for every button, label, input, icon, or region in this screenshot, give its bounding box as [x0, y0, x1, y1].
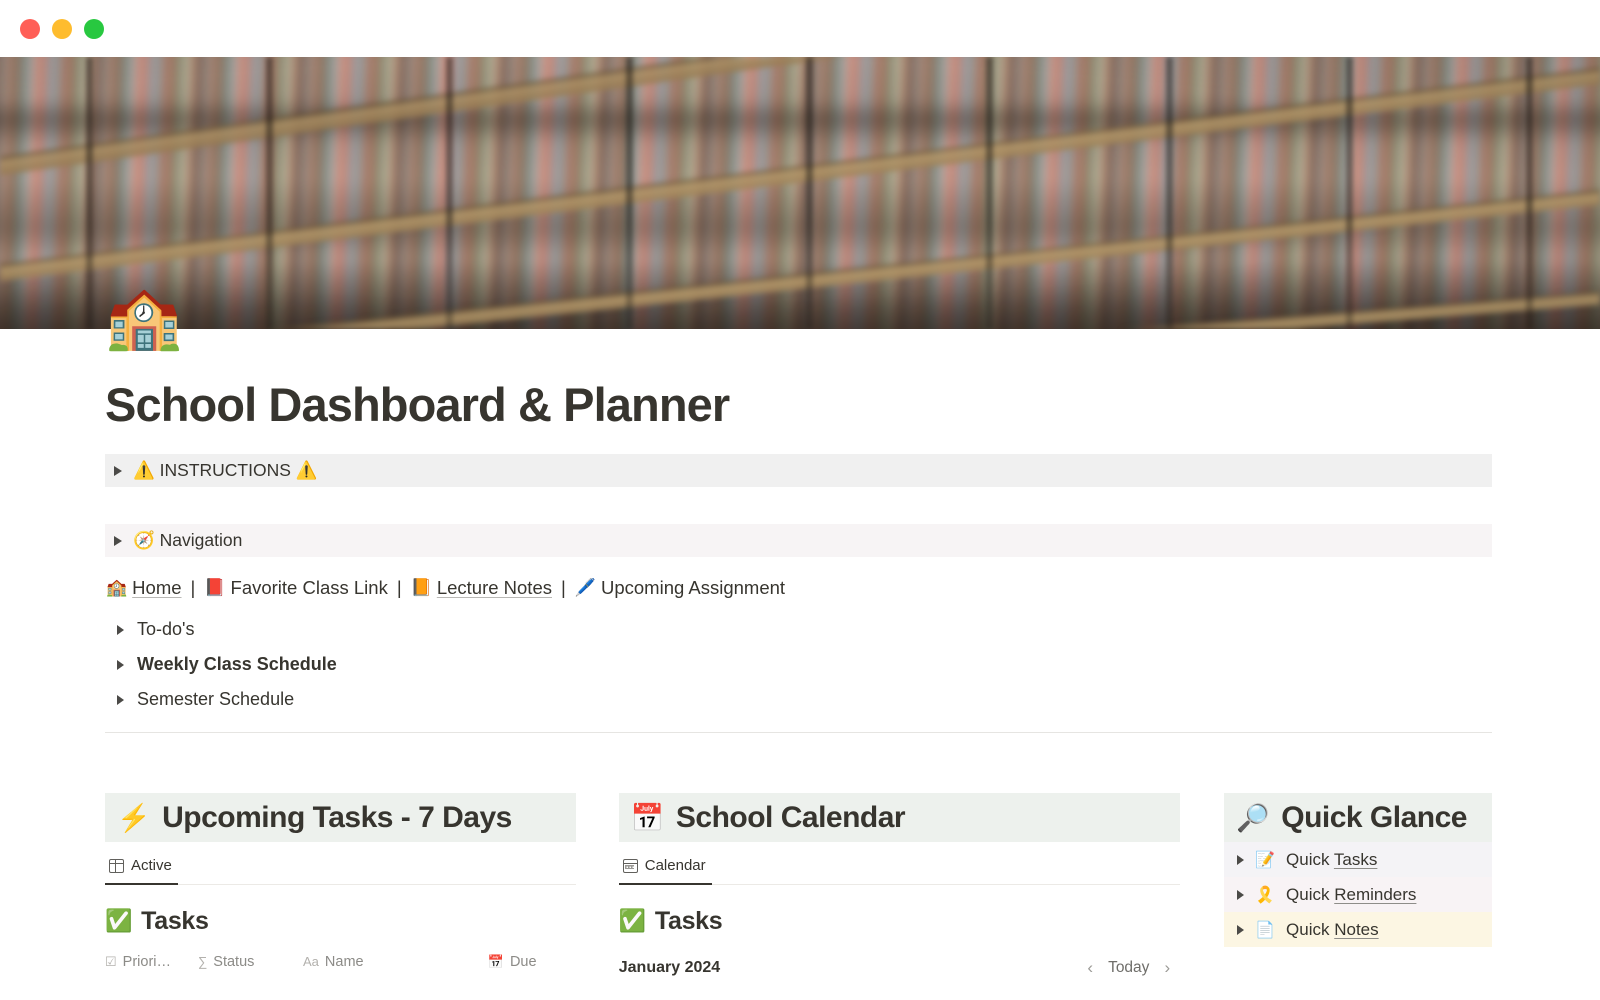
minimize-window-button[interactable]: [52, 18, 72, 39]
toggle-quick-tasks[interactable]: 📝 Quick Tasks: [1224, 842, 1492, 877]
tab-calendar-label: Calendar: [644, 857, 706, 874]
magnifying-glass-icon: 🔎: [1236, 802, 1270, 833]
reminder-ribbon-icon: 🎗️: [1255, 886, 1276, 904]
quick-reminders-label: Quick Reminders: [1286, 884, 1417, 904]
chevron-right-icon[interactable]: [1237, 854, 1245, 865]
link-home[interactable]: Home: [132, 577, 181, 599]
column-header-status[interactable]: ∑ Status: [198, 954, 303, 970]
school-icon[interactable]: 🏫: [105, 287, 1600, 349]
next-month-button[interactable]: ›: [1164, 958, 1170, 978]
quick-notes-label: Quick Notes: [1286, 919, 1379, 939]
calendar-current-month: January 2024: [618, 958, 721, 976]
maximize-window-button[interactable]: [84, 18, 104, 39]
column-header-name-label: Name: [324, 953, 364, 970]
toggle-navigation[interactable]: 🧭 Navigation: [105, 524, 1492, 557]
sigma-icon: ∑: [198, 954, 208, 969]
link-separator: |: [396, 577, 402, 598]
toggle-todos-label: To-do's: [137, 619, 195, 639]
upcoming-assignment-emoji-icon: 🖊️: [574, 578, 596, 597]
column-upcoming-tasks: ⚡ Upcoming Tasks - 7 Days Active ✅ Tasks…: [105, 793, 576, 978]
table-view-icon: [109, 858, 124, 873]
today-button[interactable]: Today: [1108, 959, 1149, 977]
favorite-class-emoji-icon: 📕: [204, 578, 226, 597]
tasks-view-tab-bar: Active: [105, 857, 576, 885]
page-content: School Dashboard & Planner ⚠️ INSTRUCTIO…: [0, 377, 1600, 978]
toggle-semester-schedule-label: Semester Schedule: [137, 689, 295, 709]
chevron-right-icon[interactable]: [1237, 889, 1245, 900]
tab-active-label: Active: [131, 857, 172, 874]
column-header-status-label: Status: [213, 953, 255, 970]
window-title-bar: [0, 0, 1600, 57]
check-mark-icon: ✅: [105, 908, 133, 933]
checkbox-icon: ☑: [105, 953, 117, 969]
close-window-button[interactable]: [20, 18, 40, 39]
column-quick-glance: 🔎 Quick Glance 📝 Quick Tasks 🎗️ Quick Re…: [1224, 793, 1492, 978]
chevron-right-icon[interactable]: [117, 659, 124, 670]
link-upcoming-assignment[interactable]: Upcoming Assignment: [601, 577, 785, 599]
toggle-quick-notes[interactable]: 📄 Quick Notes: [1224, 912, 1492, 947]
upcoming-tasks-title: Upcoming Tasks - 7 Days: [162, 800, 512, 834]
link-lecture-notes[interactable]: Lecture Notes: [437, 577, 552, 599]
column-header-name[interactable]: Aa Name: [303, 954, 488, 970]
home-emoji-icon: 🏫: [106, 578, 128, 597]
tasks-table-header-row: ☑ Priori… ∑ Status Aa Name 📅 Due: [105, 954, 576, 970]
page-document-icon: 📄: [1255, 921, 1276, 939]
quick-glance-title: Quick Glance: [1281, 800, 1467, 834]
calendar-database-label: Tasks: [654, 906, 723, 935]
calendar-emoji-icon: 📅: [630, 802, 665, 833]
tasks-database-label: Tasks: [141, 906, 209, 935]
chevron-right-icon[interactable]: [117, 694, 124, 705]
link-separator: |: [190, 577, 196, 598]
link-separator: |: [561, 577, 566, 598]
calendar-icon: 📅: [487, 953, 504, 969]
school-calendar-header: 📅 School Calendar: [618, 793, 1181, 842]
tab-calendar[interactable]: Calendar: [618, 857, 712, 885]
calendar-view-icon: [622, 858, 638, 873]
chevron-right-icon[interactable]: [1237, 924, 1245, 935]
toggle-semester-schedule[interactable]: Semester Schedule: [105, 682, 1492, 717]
chevron-right-icon[interactable]: [114, 535, 122, 546]
toggle-weekly-class-schedule[interactable]: Weekly Class Schedule: [105, 647, 1492, 682]
toggle-todos[interactable]: To-do's: [105, 612, 1492, 647]
memo-icon: 📝: [1255, 851, 1276, 869]
calendar-database-title[interactable]: ✅ Tasks: [619, 907, 1180, 936]
toggle-weekly-class-schedule-label: Weekly Class Schedule: [137, 654, 337, 674]
calendar-month-bar: January 2024 ‹ Today ›: [619, 958, 1180, 978]
page-title: School Dashboard & Planner: [105, 378, 730, 431]
school-calendar-title: School Calendar: [675, 800, 906, 834]
previous-month-button[interactable]: ‹: [1087, 958, 1093, 978]
page-body: 🏫 School Dashboard & Planner ⚠️ INSTRUCT…: [0, 287, 1600, 978]
toggle-navigation-label: 🧭 Navigation: [133, 530, 243, 550]
column-header-due[interactable]: 📅 Due: [488, 954, 576, 970]
navigation-link-row: 🏫 Home | 📕 Favorite Class Link | 📙 Lecture …: [106, 577, 1492, 599]
tasks-database-title[interactable]: ✅ Tasks: [105, 907, 576, 936]
toggle-quick-reminders[interactable]: 🎗️ Quick Reminders: [1224, 877, 1492, 912]
toggle-instructions-label: ⚠️ INSTRUCTIONS ⚠️: [133, 460, 318, 480]
column-header-priority-label: Priori…: [122, 953, 171, 970]
section-divider: [105, 732, 1492, 733]
tab-active[interactable]: Active: [105, 857, 178, 885]
lightning-bolt-icon: ⚡: [117, 802, 151, 833]
calendar-view-tab-bar: Calendar: [618, 857, 1181, 885]
quick-tasks-label: Quick Tasks: [1286, 849, 1378, 869]
quick-glance-header: 🔎 Quick Glance: [1224, 793, 1492, 842]
calendar-navigation: ‹ Today ›: [1087, 958, 1170, 978]
check-mark-icon: ✅: [618, 908, 646, 933]
column-header-due-label: Due: [509, 953, 537, 970]
upcoming-tasks-header: ⚡ Upcoming Tasks - 7 Days: [105, 793, 576, 842]
link-favorite-class[interactable]: Favorite Class Link: [231, 577, 388, 599]
lecture-notes-emoji-icon: 📙: [410, 578, 432, 597]
chevron-right-icon[interactable]: [114, 465, 122, 476]
chevron-right-icon[interactable]: [117, 624, 124, 635]
column-header-priority[interactable]: ☑ Priori…: [105, 954, 198, 970]
toggle-instructions[interactable]: ⚠️ INSTRUCTIONS ⚠️: [105, 454, 1492, 487]
column-school-calendar: 📅 School Calendar Calendar ✅ Tasks Janua…: [618, 793, 1181, 978]
text-type-icon: Aa: [303, 954, 319, 969]
dashboard-columns: ⚡ Upcoming Tasks - 7 Days Active ✅ Tasks…: [105, 793, 1492, 978]
